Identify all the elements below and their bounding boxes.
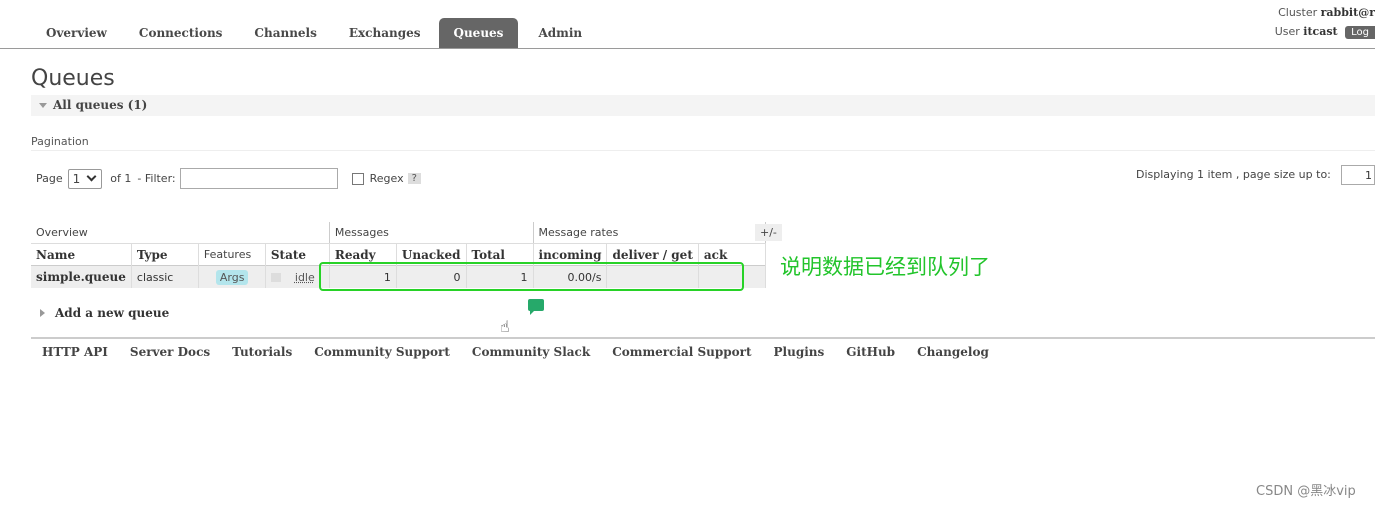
- page-title: Queues: [31, 66, 115, 91]
- filter-input[interactable]: [179, 168, 338, 189]
- footer-link-tutorials[interactable]: Tutorials: [232, 345, 292, 359]
- chevron-down-icon: [86, 171, 97, 182]
- col-name[interactable]: Name: [31, 243, 132, 266]
- footer-links: HTTP API Server Docs Tutorials Community…: [42, 345, 1011, 359]
- state-text: idle: [294, 270, 315, 284]
- col-type[interactable]: Type: [131, 243, 199, 266]
- page-select[interactable]: 1: [67, 168, 103, 189]
- filter-label: - Filter:: [137, 172, 176, 185]
- watermark: CSDN @黑冰vip: [1256, 484, 1356, 499]
- user-info: User itcast Log: [1275, 25, 1375, 39]
- footer-link-changelog[interactable]: Changelog: [917, 345, 989, 359]
- all-queues-section-toggle[interactable]: All queues (1): [31, 95, 1375, 116]
- regex-help-button[interactable]: ?: [407, 173, 421, 184]
- footer-link-server-docs[interactable]: Server Docs: [130, 345, 210, 359]
- group-message-rates: Message rates: [533, 222, 766, 244]
- annotation-text: 说明数据已经到队列了: [780, 255, 990, 279]
- cluster-info: Cluster rabbit@r: [1278, 6, 1375, 19]
- section-title: All queues (1): [53, 98, 148, 112]
- footer-link-http-api[interactable]: HTTP API: [42, 345, 108, 359]
- tab-overview[interactable]: Overview: [30, 18, 123, 48]
- group-messages: Messages: [329, 222, 534, 244]
- logout-button[interactable]: Log: [1345, 26, 1375, 39]
- footer-link-commercial-support[interactable]: Commercial Support: [612, 345, 751, 359]
- toggle-columns-button[interactable]: +/-: [755, 224, 782, 241]
- state-indicator-icon: [270, 273, 281, 282]
- add-queue-toggle[interactable]: Add a new queue: [40, 306, 169, 320]
- tab-exchanges[interactable]: Exchanges: [333, 18, 437, 48]
- expand-triangle-icon: [40, 309, 45, 317]
- tab-admin[interactable]: Admin: [522, 18, 598, 48]
- page-label: Page: [36, 172, 63, 185]
- tooltip-flag-icon: [528, 299, 544, 315]
- pagination-divider: [31, 150, 1375, 151]
- regex-checkbox[interactable]: [351, 172, 364, 185]
- footer-link-community-support[interactable]: Community Support: [314, 345, 450, 359]
- user-name: itcast: [1303, 25, 1338, 38]
- collapse-triangle-icon: [39, 103, 47, 108]
- hand-cursor-icon: ☝: [500, 317, 510, 336]
- pagination-row: Page 1 of 1 - Filter: Regex ?: [36, 168, 421, 189]
- page-size-input[interactable]: 1: [1341, 165, 1375, 185]
- regex-label: Regex: [369, 172, 404, 185]
- display-count-text: Displaying 1 item , page size up to:: [1136, 168, 1331, 181]
- cluster-label: Cluster: [1278, 6, 1318, 19]
- nav-tabs: Overview Connections Channels Exchanges …: [30, 18, 598, 48]
- queue-type: classic: [131, 265, 199, 288]
- queue-features: Args: [198, 265, 266, 288]
- footer-link-plugins[interactable]: Plugins: [774, 345, 825, 359]
- footer-link-community-slack[interactable]: Community Slack: [472, 345, 590, 359]
- footer-divider: [31, 337, 1375, 339]
- tab-channels[interactable]: Channels: [238, 18, 332, 48]
- page-of-text: of 1: [110, 172, 132, 185]
- page-select-value: 1: [72, 171, 81, 186]
- group-header-row: Overview Messages Message rates: [31, 222, 766, 244]
- args-badge[interactable]: Args: [215, 269, 249, 285]
- user-label: User: [1274, 25, 1300, 38]
- col-features: Features: [198, 243, 266, 266]
- footer-link-github[interactable]: GitHub: [846, 345, 895, 359]
- add-queue-label: Add a new queue: [55, 306, 170, 320]
- tab-queues[interactable]: Queues: [438, 18, 519, 48]
- group-overview: Overview: [31, 222, 330, 244]
- queue-name-link[interactable]: simple.queue: [31, 265, 132, 288]
- annotation-highlight-box: [319, 262, 744, 291]
- top-nav-bar: Overview Connections Channels Exchanges …: [0, 0, 1375, 49]
- pagination-label: Pagination: [31, 135, 89, 148]
- cluster-name: rabbit@r: [1320, 6, 1375, 19]
- tab-connections[interactable]: Connections: [123, 18, 239, 48]
